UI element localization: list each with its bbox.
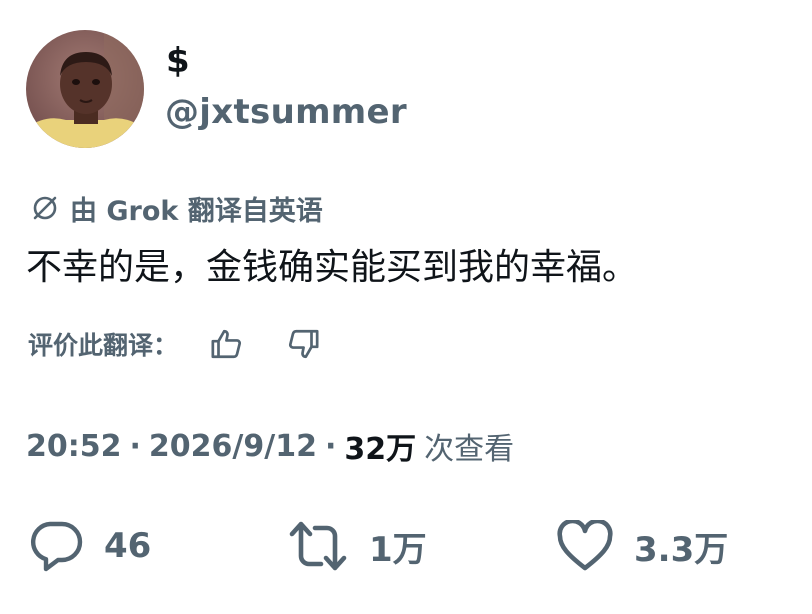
repost-count: 1万 [369,529,427,570]
avatar[interactable] [26,30,144,148]
repost-icon [289,521,347,571]
translation-notice: 由 Grok 翻译自英语 [30,190,323,227]
thumbs-down-button[interactable] [284,325,322,363]
meta-separator: · [129,428,141,464]
author-handle[interactable]: @jxtsummer [165,95,407,129]
translation-notice-text: 由 Grok 翻译自英语 [70,195,323,227]
thumbs-up-button[interactable] [208,325,246,363]
author-display-name[interactable]: $ [166,44,190,78]
thumbs-down-icon [288,329,319,359]
meta-separator: · [324,428,337,464]
tweet-text: 不幸的是，金钱确实能买到我的幸福。 [26,247,639,288]
reply-button[interactable]: 46 [28,520,151,572]
reply-icon [30,521,83,572]
avatar-image [26,30,144,148]
translate-icon [33,196,57,220]
tweet-meta: 20:52 · 2026/9/12 · 32万 次查看 [26,426,515,468]
tweet-date[interactable]: 2026/9/12 [149,429,317,464]
views-label: 次查看 [424,432,515,467]
repost-button[interactable]: 1万 [287,520,427,572]
like-count: 3.3万 [634,529,729,570]
heart-icon [557,520,613,571]
tweet-time[interactable]: 20:52 [26,429,122,464]
like-button[interactable]: 3.3万 [556,520,728,572]
thumbs-up-icon [211,329,242,359]
reply-count: 46 [104,526,152,566]
rate-translation-label: 评价此翻译： [28,331,179,360]
rate-translation: 评价此翻译： [28,326,322,362]
views-count: 32万 [344,432,417,467]
